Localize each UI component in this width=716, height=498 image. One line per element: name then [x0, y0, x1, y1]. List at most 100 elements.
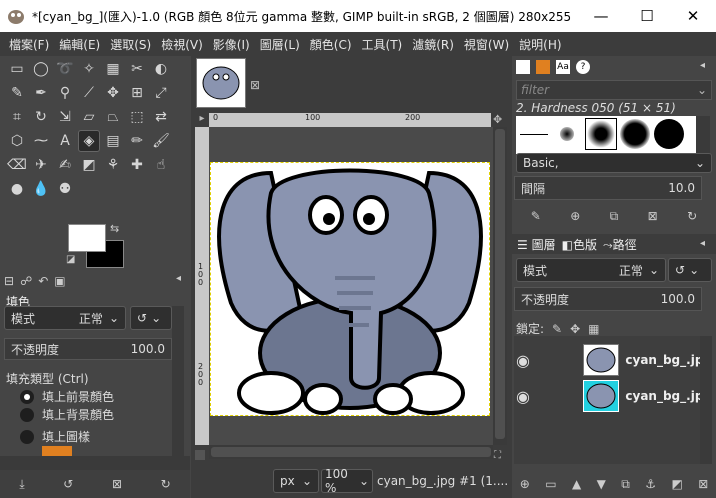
reset-options-icon[interactable]: ↻ — [161, 477, 171, 491]
device-status-tab-icon[interactable]: ☍ — [20, 274, 32, 288]
rect-select-icon[interactable]: ▭ — [6, 58, 28, 80]
dock-menu-icon[interactable]: ◂ — [700, 238, 705, 249]
undo-history-tab-icon[interactable]: ↶ — [38, 274, 48, 288]
lock-alpha-icon[interactable]: ▦ — [588, 322, 599, 336]
mode-reset-button[interactable]: ↺ ⌄ — [130, 306, 172, 330]
menu-file[interactable]: 檔案(F) — [4, 36, 54, 53]
color-select-icon[interactable]: ▦ — [102, 58, 124, 80]
lock-pixels-icon[interactable]: ✎ — [552, 322, 562, 336]
images-tab-icon[interactable]: ▣ — [54, 274, 65, 288]
help-tab-icon[interactable]: ? — [576, 60, 590, 74]
brush-small[interactable] — [551, 118, 583, 150]
mask-layer-icon[interactable]: ◩ — [671, 477, 682, 491]
perspective-icon[interactable]: ⏢ — [102, 106, 124, 128]
mypaint-icon[interactable]: ◩ — [78, 154, 100, 176]
paint-mode-combo[interactable]: 模式 正常 ⌄ — [4, 306, 126, 330]
duplicate-brush-icon[interactable]: ⧉ — [610, 209, 619, 224]
swap-colors-icon[interactable]: ⇆ — [110, 222, 119, 235]
save-options-icon[interactable]: ⤓ — [19, 477, 24, 492]
blur-icon[interactable]: 💧 — [30, 178, 52, 200]
fill-bg-radio[interactable]: 填上背景顏色 — [20, 406, 114, 423]
layer-mode-reset-button[interactable]: ↺ ⌄ — [668, 258, 712, 282]
eye-icon[interactable]: ◉ — [516, 387, 543, 406]
zoom-icon[interactable]: ⚲ — [54, 82, 76, 104]
scissors-icon[interactable]: ✂ — [126, 58, 148, 80]
close-image-tab-icon[interactable]: ⊠ — [250, 78, 260, 92]
shear-icon[interactable]: ▱ — [78, 106, 100, 128]
smudge-icon[interactable]: ☝ — [150, 154, 172, 176]
menu-windows[interactable]: 視窗(W) — [459, 36, 514, 53]
brushes-tab-icon[interactable] — [516, 60, 530, 74]
zoom-to-fit-icon[interactable]: ⛶ — [494, 450, 501, 461]
layers-scrollbar[interactable] — [700, 336, 712, 464]
paths-icon[interactable]: ✎ — [6, 82, 28, 104]
delete-options-icon[interactable]: ⊠ — [112, 477, 122, 491]
align-icon[interactable]: ⊞ — [126, 82, 148, 104]
tab-layers[interactable]: ☰ 圖層 — [514, 236, 559, 253]
brush-preset-combo[interactable]: Basic, ⌄ — [516, 153, 712, 173]
scale-icon[interactable]: ⇲ — [54, 106, 76, 128]
ellipse-select-icon[interactable]: ◯ — [30, 58, 52, 80]
pencil-icon[interactable]: ✏ — [126, 130, 148, 152]
menu-tools[interactable]: 工具(T) — [357, 36, 408, 53]
refresh-brushes-icon[interactable]: ↻ — [687, 209, 697, 223]
navigate-icon[interactable]: ✥ — [493, 113, 507, 127]
delete-brush-icon[interactable]: ⊠ — [648, 209, 658, 223]
lock-position-icon[interactable]: ✥ — [570, 322, 580, 336]
transform-icon[interactable]: ⤢ — [150, 82, 172, 104]
opacity-spinner[interactable]: 不透明度 100.0 — [4, 338, 172, 360]
text-icon[interactable]: A — [54, 130, 76, 152]
sharpen-icon[interactable]: ⚉ — [54, 178, 76, 200]
tool-options-hscroll[interactable] — [0, 456, 190, 470]
brush-hard-large[interactable] — [653, 118, 685, 150]
menu-image[interactable]: 影像(I) — [208, 36, 255, 53]
menu-colors[interactable]: 顏色(C) — [305, 36, 357, 53]
clone-icon[interactable]: ⚘ — [102, 154, 124, 176]
tab-channels[interactable]: ◧色版 — [559, 236, 600, 253]
layer-name[interactable]: cyan_bg_.jpg — [625, 389, 712, 403]
default-colors-icon[interactable]: ◪ — [66, 254, 75, 265]
menu-layer[interactable]: 圖層(L) — [255, 36, 305, 53]
menu-filters[interactable]: 濾鏡(R) — [407, 36, 459, 53]
layer-mode-combo[interactable]: 模式 正常 ⌄ — [516, 258, 666, 282]
flip-icon[interactable]: ⇄ — [150, 106, 172, 128]
restore-options-icon[interactable]: ↺ — [63, 477, 73, 491]
layer-opacity-spinner[interactable]: 不透明度 100.0 — [514, 287, 702, 311]
brush-scrollbar[interactable] — [696, 116, 710, 154]
tool-options-tab-icon[interactable]: ⊟ — [4, 274, 14, 288]
pattern-preview[interactable] — [42, 446, 72, 456]
lower-layer-icon[interactable]: ▼ — [597, 477, 606, 491]
image-tab-thumbnail[interactable] — [196, 58, 246, 108]
canvas-image[interactable] — [210, 162, 490, 416]
crop-icon[interactable]: ⌗ — [6, 106, 28, 128]
minimize-button[interactable]: — — [578, 0, 624, 32]
duplicate-layer-icon[interactable]: ⧉ — [621, 477, 630, 492]
dodge-icon[interactable]: ● — [6, 178, 28, 200]
tab-paths[interactable]: ⤳路徑 — [600, 236, 640, 253]
quick-mask-corner[interactable]: ▸ — [195, 113, 209, 127]
new-group-icon[interactable]: ▭ — [545, 477, 556, 491]
fuzzy-select-icon[interactable]: ✧ — [78, 58, 100, 80]
foreground-select-icon[interactable]: ◐ — [150, 58, 172, 80]
layer-row[interactable]: ◉ cyan_bg_.jpg — [516, 340, 712, 380]
warp-icon[interactable]: ⁓ — [30, 130, 52, 152]
rotate-icon[interactable]: ↻ — [30, 106, 52, 128]
move-icon[interactable]: ✥ — [102, 82, 124, 104]
quick-mask-toggle[interactable] — [195, 450, 205, 460]
eye-icon[interactable]: ◉ — [516, 351, 543, 370]
fill-pattern-radio[interactable]: 填上圖樣 — [20, 428, 90, 445]
lasso-icon[interactable]: ➰ — [54, 58, 76, 80]
heal-icon[interactable]: ✚ — [126, 154, 148, 176]
cage-icon[interactable]: ⬡ — [6, 130, 28, 152]
unit-combo[interactable]: px ⌄ — [273, 469, 319, 493]
brush-hardness-050[interactable] — [585, 118, 617, 150]
menu-view[interactable]: 檢視(V) — [156, 36, 208, 53]
bucket-fill-icon[interactable]: ◈ — [78, 130, 100, 152]
layer-name[interactable]: cyan_bg_.jpg — [625, 353, 712, 367]
menu-edit[interactable]: 編輯(E) — [54, 36, 105, 53]
anchor-layer-icon[interactable]: ⚓ — [645, 477, 656, 491]
dock-menu-icon[interactable]: ◂ — [700, 60, 705, 71]
layer-row[interactable]: ◉ cyan_bg_.jpg — [516, 376, 712, 416]
dock-menu-icon[interactable]: ◂ — [176, 273, 181, 284]
airbrush-icon[interactable]: ✈ — [30, 154, 52, 176]
